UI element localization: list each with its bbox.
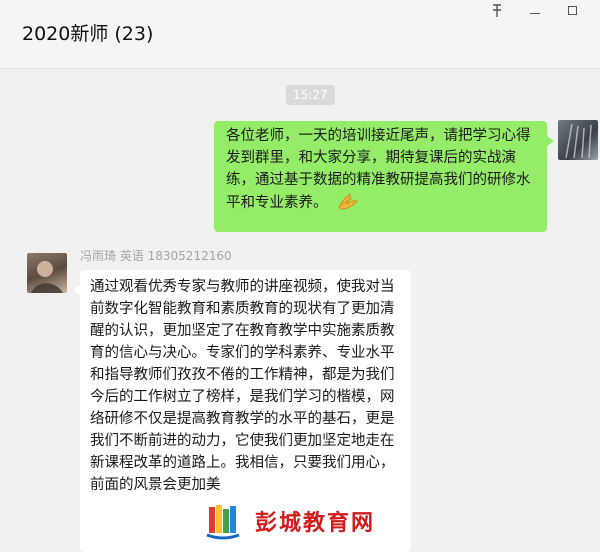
message-text: 通过观看优秀专家与教师的讲座视频，使我对当前数字化智能教育和素质教育的现状有了更… <box>90 279 395 493</box>
maximize-icon[interactable] <box>561 3 583 19</box>
book-logo-icon <box>206 505 240 540</box>
chat-title: 2020新师 (23) <box>22 23 154 45</box>
clapping-hands-icon <box>336 191 360 218</box>
sender-name: 冯雨琦 英语 18305212160 <box>80 249 232 263</box>
message-bubble-self[interactable]: 各位老师，一天的培训接近尾声，请把学习心得发到群里，和大家分享，期待复课后的实战… <box>214 121 554 232</box>
avatar[interactable] <box>558 120 598 160</box>
message-timestamp: 15:27 <box>286 85 335 105</box>
minimize-icon[interactable] <box>524 3 546 19</box>
chat-header: 2020新师 (23) <box>0 0 600 69</box>
message-text: 各位老师，一天的培训接近尾声，请把学习心得发到群里，和大家分享，期待复课后的实战… <box>226 128 531 211</box>
watermark-text: 彭城教育网 <box>255 511 376 536</box>
avatar[interactable] <box>27 253 67 293</box>
watermark-logo: 彭城教育网 <box>205 501 405 545</box>
pin-icon[interactable] <box>486 3 508 19</box>
